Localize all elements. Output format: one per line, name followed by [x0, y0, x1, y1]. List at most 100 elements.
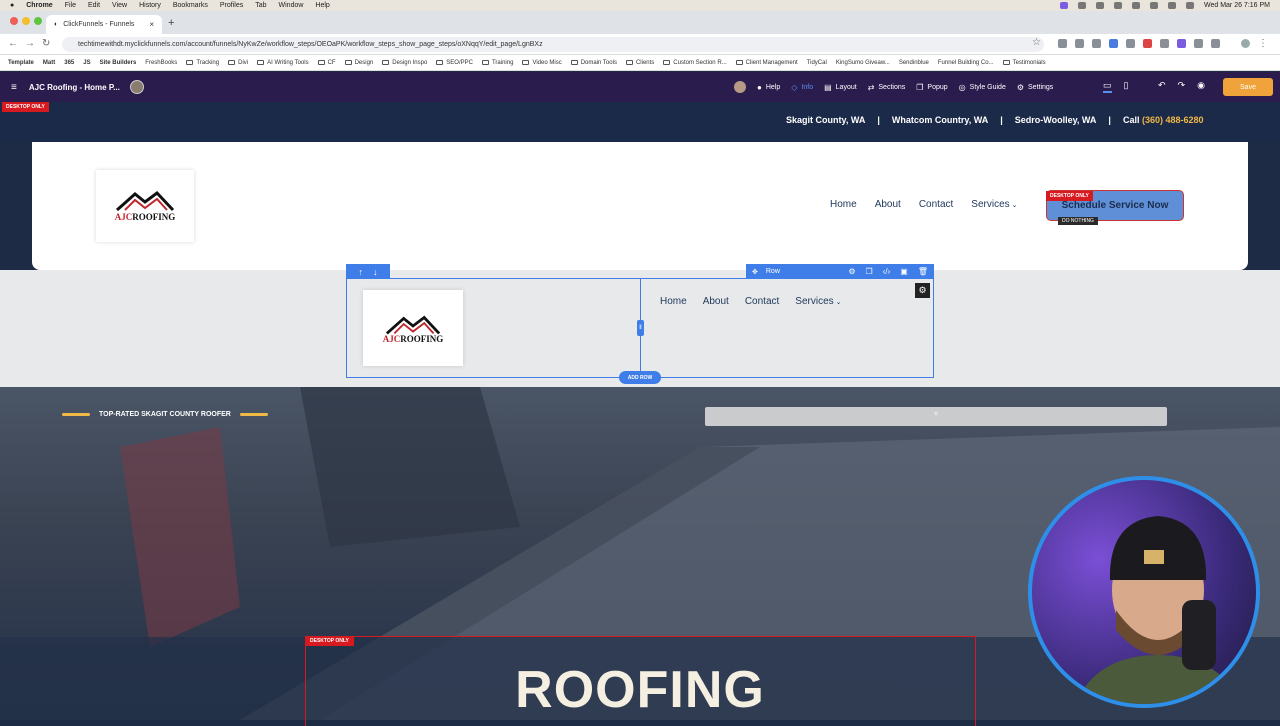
menubar-item[interactable]: History [139, 2, 161, 9]
move-down-icon[interactable]: ↓ [373, 267, 378, 277]
bookmark-item[interactable]: FreshBooks [145, 60, 177, 66]
bookmark-item[interactable]: Domain Tools [570, 60, 617, 66]
undo-icon[interactable]: ↶ [1158, 80, 1166, 91]
bookmark-item[interactable]: Testimonials [1002, 60, 1046, 66]
menu-dots-icon[interactable]: ⋮ [1258, 38, 1268, 49]
bookmark-item[interactable]: Client Management [735, 60, 798, 66]
toolbar-settings[interactable]: ⚙ Settings [1017, 83, 1053, 92]
bookmark-item[interactable]: TidyCal [807, 60, 827, 66]
mobile-view-icon[interactable]: ▯ [1124, 80, 1129, 93]
menubar-item[interactable]: Window [279, 2, 304, 9]
nav-contact[interactable]: Contact [745, 296, 779, 307]
add-row-button[interactable]: ADD ROW [619, 371, 661, 384]
hamburger-menu-icon[interactable]: ≡ [11, 82, 17, 93]
forward-icon[interactable]: → [25, 38, 35, 49]
status-icon[interactable] [1095, 2, 1104, 9]
menubar-item[interactable]: File [65, 2, 76, 9]
bookmark-star-icon[interactable]: ☆ [1032, 37, 1041, 48]
toolbar-sections[interactable]: ⇄ Sections [868, 83, 906, 92]
bookmark-item[interactable]: Design Inspo [382, 60, 427, 66]
nav-services[interactable]: Services ⌄ [795, 296, 841, 307]
extension-icon[interactable] [1211, 39, 1220, 48]
extension-icon[interactable] [1160, 39, 1169, 48]
nav-home[interactable]: Home [830, 199, 857, 210]
user-avatar[interactable] [734, 81, 746, 93]
search-icon[interactable] [1185, 2, 1194, 9]
duplicate-icon[interactable]: ❐ [866, 267, 873, 276]
browser-tab[interactable]: ◐ ClickFunnels - Funnels × [46, 15, 162, 34]
extension-icon[interactable] [1109, 39, 1118, 48]
bookmark-item[interactable]: Template [8, 60, 34, 66]
toolbar-popup[interactable]: ❐ Popup [916, 83, 947, 92]
desktop-view-icon[interactable]: ▭ [1103, 80, 1112, 93]
bookmark-item[interactable]: Clients [625, 60, 654, 66]
menubar-item[interactable]: Bookmarks [173, 2, 208, 9]
close-window-icon[interactable] [10, 17, 18, 25]
bookmark-item[interactable]: Tracking [186, 60, 219, 66]
extension-icon[interactable] [1194, 39, 1203, 48]
redo-icon[interactable]: ↷ [1178, 80, 1186, 91]
extension-icon[interactable] [1075, 39, 1084, 48]
zoom-window-icon[interactable] [34, 17, 42, 25]
toolbar-style-guide[interactable]: ◎ Style Guide [959, 83, 1006, 92]
status-icon[interactable] [1131, 2, 1140, 9]
bookmark-item[interactable]: SEO/PPC [436, 60, 473, 66]
toolbar-info[interactable]: ◇ Info [791, 83, 813, 92]
reload-icon[interactable]: ↻ [42, 38, 50, 49]
nav-home[interactable]: Home [660, 296, 687, 307]
bookmark-item[interactable]: Site Builders [100, 60, 137, 66]
bookmark-item[interactable]: Funnel Building Co... [938, 60, 994, 66]
bookmark-item[interactable]: KingSumo Giveaw... [836, 60, 890, 66]
bookmark-item[interactable]: Training [481, 60, 513, 66]
menubar-item[interactable]: Edit [88, 2, 100, 9]
bookmark-item[interactable]: Matt [43, 60, 55, 66]
row-logo[interactable]: AJCROOFING [363, 290, 463, 366]
menubar-item[interactable]: Tab [255, 2, 266, 9]
menubar-app[interactable]: Chrome [26, 2, 52, 9]
status-icon[interactable] [1059, 2, 1068, 9]
avatar[interactable] [129, 80, 144, 94]
wifi-icon[interactable] [1167, 2, 1176, 9]
nav-about[interactable]: About [703, 296, 729, 307]
nav-services[interactable]: Services ⌄ [971, 199, 1017, 210]
preview-eye-icon[interactable]: ◉ [1197, 80, 1205, 91]
bookmark-item[interactable]: Custom Section R... [663, 60, 727, 66]
save-icon[interactable]: ▣ [900, 267, 908, 276]
menubar-clock[interactable]: Wed Mar 26 7:16 PM [1204, 2, 1270, 9]
move-up-icon[interactable]: ↑ [359, 267, 364, 277]
profile-icon[interactable] [1241, 39, 1250, 48]
empty-element-placeholder[interactable]: + [705, 407, 1167, 426]
bookmark-item[interactable]: AI Writing Tools [257, 60, 309, 66]
menubar-item[interactable]: View [112, 2, 127, 9]
new-tab-icon[interactable]: + [168, 17, 174, 29]
toolbar-layout[interactable]: ▤ Layout [824, 83, 857, 92]
menubar-item[interactable]: Help [315, 2, 329, 9]
bookmark-item[interactable]: 365 [64, 60, 74, 66]
column-settings-icon[interactable]: ⚙ [915, 283, 930, 298]
extension-icon[interactable] [1143, 39, 1152, 48]
nav-about[interactable]: About [875, 199, 901, 210]
apple-icon[interactable]: ● [10, 2, 14, 9]
close-tab-icon[interactable]: × [149, 20, 154, 29]
extension-icon[interactable] [1058, 39, 1067, 48]
minimize-window-icon[interactable] [22, 17, 30, 25]
bookmark-item[interactable]: Sendinblue [899, 60, 929, 66]
bookmark-item[interactable]: CF [317, 60, 336, 66]
bookmark-item[interactable]: Video Misc [522, 60, 562, 66]
status-icon[interactable] [1077, 2, 1086, 9]
site-logo[interactable]: AJCROOFING [96, 170, 194, 242]
nav-contact[interactable]: Contact [919, 199, 953, 210]
bookmark-item[interactable]: Divi [228, 60, 248, 66]
extension-icon[interactable] [1126, 39, 1135, 48]
gear-icon[interactable]: ⚙ [848, 267, 855, 276]
extension-icon[interactable] [1177, 39, 1186, 48]
code-icon[interactable]: ‹/› [883, 267, 891, 276]
save-button[interactable]: Save [1223, 78, 1273, 96]
status-icon[interactable] [1149, 2, 1158, 9]
trash-icon[interactable]: 🗑 [918, 267, 928, 276]
add-element-icon[interactable]: + [933, 409, 939, 420]
bookmark-item[interactable]: JS [83, 60, 90, 66]
address-bar[interactable]: techtimewithdt.myclickfunnels.com/accoun… [62, 37, 1044, 52]
back-icon[interactable]: ← [8, 38, 18, 49]
toolbar-help[interactable]: ● Help [757, 83, 780, 92]
